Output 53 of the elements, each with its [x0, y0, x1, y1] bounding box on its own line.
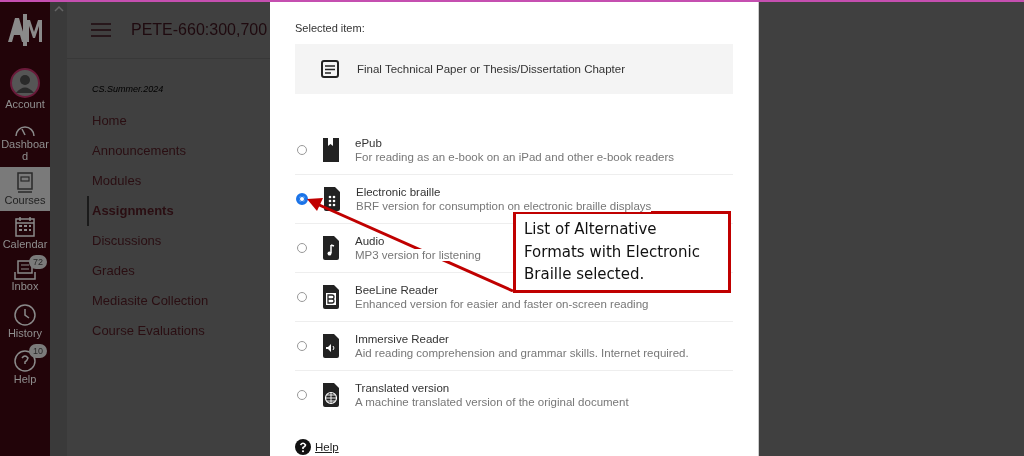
format-title: ePub: [355, 137, 383, 149]
nav-item[interactable]: Calendar: [0, 211, 50, 256]
nav-item[interactable]: History: [0, 297, 50, 344]
radio-button[interactable]: [297, 292, 307, 302]
nav-item[interactable]: Account: [0, 68, 50, 116]
braille-document-icon: [322, 186, 342, 212]
help-link[interactable]: Help: [315, 441, 339, 453]
format-title: Audio: [355, 235, 386, 247]
radio-button[interactable]: [297, 341, 307, 351]
count-badge: 10: [29, 343, 47, 358]
nav-label: Dashboard: [0, 138, 50, 163]
nav-label: Account: [4, 98, 46, 111]
nav-item[interactable]: Courses: [0, 167, 50, 212]
selected-item-label: Selected item:: [295, 22, 366, 34]
nav-label: History: [6, 326, 44, 339]
format-description: A machine translated version of the original document: [355, 396, 629, 408]
music-document-icon: [321, 235, 341, 261]
nav-label: Help: [12, 372, 38, 385]
logo-icon[interactable]: [7, 12, 43, 48]
radio-button[interactable]: [297, 243, 307, 253]
radio-button[interactable]: [297, 145, 307, 155]
radio-button[interactable]: [296, 193, 308, 205]
menu-icon[interactable]: [91, 23, 111, 37]
clock-icon: [13, 302, 37, 327]
nav-item[interactable]: Dashboard: [0, 115, 50, 168]
format-description: Enhanced version for easier and faster on-screen reading: [355, 298, 649, 310]
book-icon: [15, 172, 35, 195]
format-title: Translated version: [355, 382, 451, 394]
calendar-icon: [14, 216, 36, 239]
format-title: BeeLine Reader: [355, 284, 440, 296]
nav-label: Calendar: [1, 238, 49, 251]
selected-item-title: Final Technical Paper or Thesis/Dissertation Chapter: [357, 63, 626, 75]
format-title: Electronic braille: [356, 186, 442, 198]
nav-label: Inbox: [10, 280, 40, 293]
globe-document-icon: [321, 382, 341, 408]
format-description: MP3 version for listening: [355, 249, 481, 261]
format-description: Aid reading comprehension and grammar skills. Internet required.: [355, 347, 689, 359]
avatar-icon: [10, 68, 40, 98]
format-description: BRF version for consumption on electronic braille displays: [356, 200, 652, 212]
radio-button[interactable]: [297, 390, 307, 400]
annotation-callout: List of Alternative Formats with Electronic Braille selected.: [513, 211, 731, 293]
b-document-icon: [321, 284, 341, 310]
document-icon: [321, 60, 339, 78]
format-title: Immersive Reader: [355, 333, 450, 345]
format-description: For reading as an e-book on an iPad and other e-book readers: [355, 151, 674, 163]
scroll-up-icon[interactable]: [53, 5, 64, 13]
count-badge: 72: [29, 255, 47, 270]
nav-item[interactable]: Inbox 72: [0, 255, 50, 298]
nav-item[interactable]: Help 10: [0, 343, 50, 390]
nav-label: Courses: [3, 194, 47, 207]
bookmark-book-icon: [321, 137, 341, 163]
term-label: CS.Summer.2024: [92, 84, 165, 94]
speaker-document-icon: [321, 333, 341, 359]
